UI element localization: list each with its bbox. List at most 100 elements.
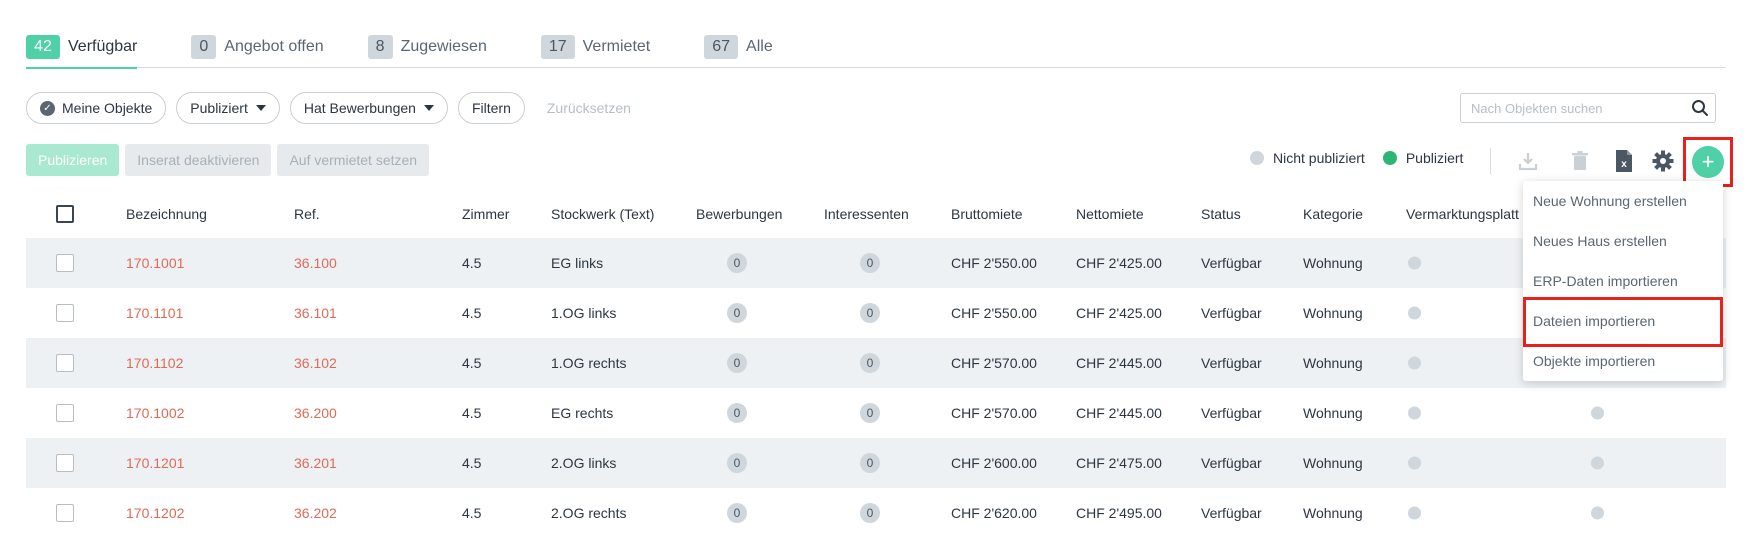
filter-button[interactable]: Filtern — [457, 92, 525, 124]
search-box — [1460, 93, 1716, 123]
row-checkbox[interactable] — [56, 354, 74, 372]
tab-label: Verfügbar — [68, 38, 138, 55]
column-header[interactable]: Ref. — [294, 206, 320, 222]
column-header[interactable]: Kategorie — [1303, 206, 1363, 222]
interested-badge: 0 — [860, 503, 880, 523]
download-icon[interactable] — [1513, 146, 1543, 176]
tab-count: 0 — [191, 35, 217, 59]
column-header[interactable]: Interessenten — [824, 206, 909, 222]
table-row[interactable]: 170.1102 36.102 4.5 1.OG rechts 0 0 CHF 2'570.… — [26, 338, 1726, 388]
bulk-actions: Publizieren Inserat deaktivieren Auf ver… — [26, 144, 435, 176]
platform-status-dot — [1408, 306, 1421, 320]
table-row[interactable]: 170.1101 36.101 4.5 1.OG links 0 0 CHF 2'550.0… — [26, 288, 1726, 338]
status-cell: Verfügbar — [1201, 405, 1262, 421]
menu-item-import-files[interactable]: Dateien importieren — [1523, 301, 1723, 341]
legend-label: Nicht publiziert — [1273, 150, 1365, 166]
object-name-link[interactable]: 170.1202 — [126, 505, 184, 521]
object-ref-link[interactable]: 36.202 — [294, 505, 337, 521]
gross-rent-cell: CHF 2'570.00 — [951, 405, 1037, 421]
floor-cell: 2.OG links — [551, 455, 617, 471]
object-name-link[interactable]: 170.1102 — [126, 355, 183, 371]
floor-cell: 1.OG rechts — [551, 355, 627, 371]
column-header[interactable]: Zimmer — [462, 206, 509, 222]
status-dot — [1382, 151, 1397, 165]
status-cell: Verfügbar — [1201, 255, 1262, 271]
set-rented-button[interactable]: Auf vermietet setzen — [277, 144, 430, 176]
platform-status-dot — [1408, 356, 1421, 370]
tab-angebot-offen[interactable]: 0 Angebot offen — [191, 26, 324, 68]
row-checkbox[interactable] — [56, 504, 74, 522]
net-rent-cell: CHF 2'445.00 — [1076, 405, 1162, 421]
tab-vermietet[interactable]: 17 Vermietet — [540, 26, 651, 68]
add-menu: Neue Wohnung erstellen Neues Haus erstel… — [1523, 181, 1723, 381]
menu-item-new-house[interactable]: Neues Haus erstellen — [1523, 221, 1723, 261]
menu-item-import-erp[interactable]: ERP-Daten importieren — [1523, 261, 1723, 301]
object-ref-link[interactable]: 36.201 — [294, 455, 337, 471]
rooms-cell: 4.5 — [462, 405, 482, 421]
my-objects-filter[interactable]: ✓ Meine Objekte — [26, 92, 167, 124]
column-header[interactable]: Bezeichnung — [126, 206, 207, 222]
tab-count: 8 — [367, 35, 393, 59]
tab-label: Alle — [746, 38, 773, 55]
deactivate-listing-button[interactable]: Inserat deaktivieren — [125, 144, 272, 176]
menu-item-new-apartment[interactable]: Neue Wohnung erstellen — [1523, 181, 1723, 221]
object-name-link[interactable]: 170.1201 — [126, 455, 184, 471]
applications-badge: 0 — [727, 403, 747, 423]
table-row[interactable]: 170.1001 36.100 4.5 EG links 0 0 CHF 2'550.00 C… — [26, 238, 1726, 288]
net-rent-cell: CHF 2'475.00 — [1076, 455, 1162, 471]
interested-badge: 0 — [860, 303, 880, 323]
platform-status-dot — [1591, 456, 1604, 470]
has-applications-filter-dropdown[interactable]: Hat Bewerbungen — [289, 92, 448, 124]
reset-button[interactable]: Zurücksetzen — [547, 100, 631, 116]
column-header[interactable]: Bewerbungen — [696, 206, 782, 222]
table-row[interactable]: 170.1002 36.200 4.5 EG rechts 0 0 CHF 2'570.00… — [26, 388, 1726, 438]
table-header: Bezeichnung Ref. Zimmer Stockwerk (Text)… — [26, 190, 1726, 238]
gear-icon[interactable] — [1648, 146, 1678, 176]
column-header[interactable]: Nettomiete — [1076, 206, 1144, 222]
filter-label: Meine Objekte — [62, 100, 153, 116]
column-header[interactable]: Stockwerk (Text) — [551, 206, 654, 222]
tab-alle[interactable]: 67 Alle — [704, 26, 773, 68]
table-row[interactable]: 170.1202 36.202 4.5 2.OG rechts 0 0 CHF 2'620.… — [26, 488, 1726, 538]
category-cell: Wohnung — [1303, 405, 1363, 421]
excel-file-icon[interactable]: x — [1609, 146, 1639, 176]
category-cell: Wohnung — [1303, 455, 1363, 471]
object-ref-link[interactable]: 36.101 — [294, 305, 337, 321]
column-header[interactable]: Vermarktungsplatt — [1406, 206, 1519, 222]
column-header[interactable]: Status — [1201, 206, 1241, 222]
menu-item-import-objects[interactable]: Objekte importieren — [1523, 341, 1723, 381]
applications-badge: 0 — [727, 303, 747, 323]
column-header[interactable]: Bruttomiete — [951, 206, 1023, 222]
object-ref-link[interactable]: 36.102 — [294, 355, 337, 371]
object-name-link[interactable]: 170.1001 — [126, 255, 184, 271]
gross-rent-cell: CHF 2'600.00 — [951, 455, 1037, 471]
category-cell: Wohnung — [1303, 505, 1363, 521]
object-ref-link[interactable]: 36.200 — [294, 405, 337, 421]
object-name-link[interactable]: 170.1101 — [126, 305, 183, 321]
tab-zugewiesen[interactable]: 8 Zugewiesen — [367, 26, 487, 68]
tab-label: Vermietet — [582, 38, 651, 55]
filter-label: Hat Bewerbungen — [303, 100, 416, 116]
publish-button[interactable]: Publizieren — [26, 144, 120, 176]
table-row[interactable]: 170.1201 36.201 4.5 2.OG links 0 0 CHF 2'600.0… — [26, 438, 1726, 488]
row-checkbox[interactable] — [56, 454, 74, 472]
object-name-link[interactable]: 170.1002 — [126, 405, 184, 421]
add-button[interactable]: + — [1692, 146, 1724, 178]
platform-status-dot — [1408, 506, 1421, 520]
search-input[interactable] — [1461, 100, 1685, 116]
tab-verfuegbar[interactable]: 42 Verfügbar — [26, 26, 138, 69]
row-checkbox[interactable] — [56, 254, 74, 272]
gross-rent-cell: CHF 2'620.00 — [951, 505, 1037, 521]
object-ref-link[interactable]: 36.100 — [294, 255, 337, 271]
gross-rent-cell: CHF 2'550.00 — [951, 255, 1037, 271]
search-icon[interactable] — [1685, 93, 1715, 123]
row-checkbox[interactable] — [56, 304, 74, 322]
rooms-cell: 4.5 — [462, 255, 482, 271]
net-rent-cell: CHF 2'425.00 — [1076, 305, 1162, 321]
select-all-checkbox[interactable] — [56, 205, 74, 223]
trash-icon[interactable] — [1565, 146, 1595, 176]
row-checkbox[interactable] — [56, 404, 74, 422]
rooms-cell: 4.5 — [462, 505, 482, 521]
published-filter-dropdown[interactable]: Publiziert — [176, 92, 280, 124]
status-cell: Verfügbar — [1201, 355, 1262, 371]
